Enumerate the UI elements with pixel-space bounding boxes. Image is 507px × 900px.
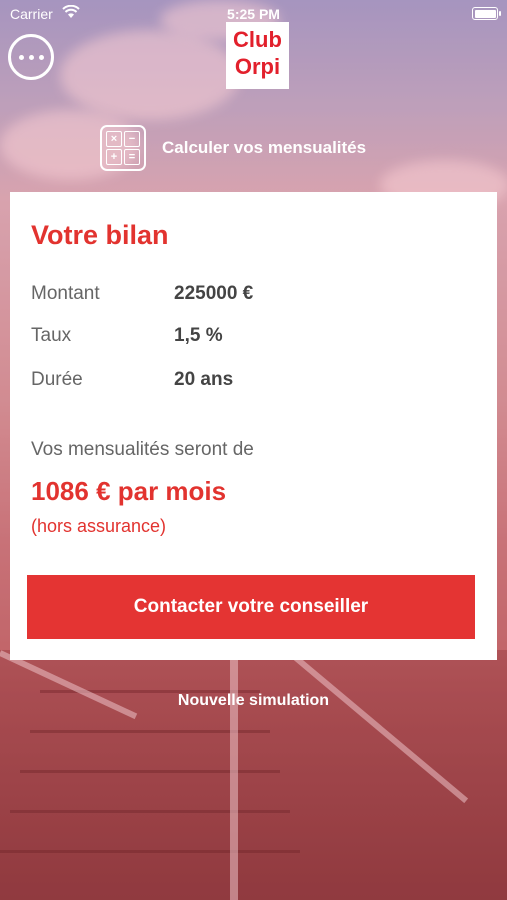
insurance-note: (hors assurance) xyxy=(31,516,167,536)
rate-label: Taux xyxy=(31,325,72,346)
rate-row: Taux 1,5 % xyxy=(31,325,223,347)
logo-line2: Orpi xyxy=(234,54,281,79)
result-card: Votre bilan Montant 225000 € Taux 1,5 % … xyxy=(10,192,497,660)
rate-value: 1,5 % xyxy=(174,325,223,346)
calculator-label: Calculer vos mensualités xyxy=(162,138,367,157)
amount-label: Montant xyxy=(31,283,100,304)
monthly-intro: Vos mensualités seront de xyxy=(31,439,254,460)
duration-value: 20 ans xyxy=(174,369,234,390)
logo-line1: Club xyxy=(233,27,282,52)
ellipsis-icon xyxy=(18,54,24,60)
result-title: Votre bilan xyxy=(31,220,169,250)
calculator-icon: × − + = xyxy=(100,125,146,171)
battery-icon xyxy=(472,7,501,20)
club-orpi-logo: Club Orpi xyxy=(226,22,289,89)
amount-row: Montant 225000 € xyxy=(31,283,253,305)
monthly-value: 1086 € par mois xyxy=(31,476,227,506)
calculator-header: × − + = Calculer vos mensualités xyxy=(100,124,366,172)
new-simulation-link[interactable]: Nouvelle simulation xyxy=(0,692,507,710)
duration-row: Durée 20 ans xyxy=(31,369,233,391)
amount-value: 225000 € xyxy=(174,283,254,304)
clock: 5:25 PM xyxy=(227,6,280,22)
menu-button[interactable] xyxy=(8,34,54,80)
contact-advisor-button[interactable]: Contacter votre conseiller xyxy=(27,575,475,639)
duration-label: Durée xyxy=(31,369,83,390)
